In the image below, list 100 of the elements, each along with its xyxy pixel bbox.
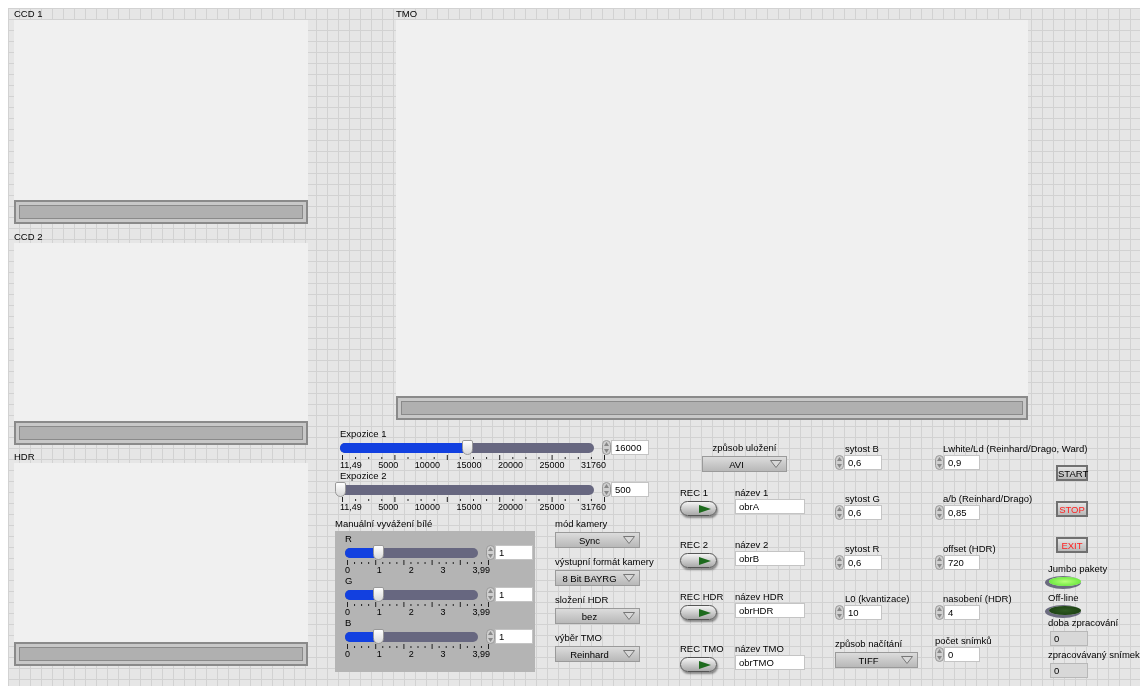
numeric-field[interactable]: 0,85	[944, 505, 980, 520]
display-label: CCD 1	[14, 8, 43, 20]
slider-label: Expozice 2	[340, 470, 387, 482]
scroll-bar[interactable]	[14, 642, 308, 666]
numeric-field[interactable]: 0,9	[944, 455, 980, 470]
dropdown[interactable]: AVI	[702, 456, 787, 472]
scale-label: 2	[408, 649, 414, 659]
display-label: HDR	[14, 451, 35, 463]
spinner-icon[interactable]	[935, 555, 944, 570]
field-label: název HDR	[735, 591, 784, 603]
dropdown[interactable]: 8 Bit BAYRG	[555, 570, 640, 586]
play-icon	[699, 608, 711, 617]
display-label: CCD 2	[14, 231, 43, 243]
spinner-icon[interactable]	[935, 505, 944, 520]
spinner-icon[interactable]	[486, 587, 495, 602]
spinner-icon[interactable]	[935, 605, 944, 620]
led-label: Off-line	[1048, 592, 1079, 604]
action-button[interactable]: START	[1056, 465, 1088, 481]
scale-label: 1	[376, 649, 382, 659]
text-field[interactable]: obrA	[735, 499, 805, 514]
spinner-icon[interactable]	[835, 455, 844, 470]
record-button[interactable]	[680, 501, 717, 516]
scale-label: 31760	[580, 502, 606, 512]
numeric-field[interactable]: 0	[944, 647, 980, 662]
scale-label: 0	[345, 565, 350, 575]
numeric-label: L0 (kvantizace)	[845, 593, 910, 605]
indicator-field: 0	[1050, 631, 1088, 646]
numeric-label: offset (HDR)	[943, 543, 996, 555]
record-button[interactable]	[680, 657, 717, 672]
dropdown[interactable]: Reinhard	[555, 646, 640, 662]
scale-label: 0	[345, 649, 350, 659]
slider-thumb[interactable]	[373, 629, 385, 644]
dropdown[interactable]: Sync	[555, 532, 640, 548]
spinner-icon[interactable]	[486, 545, 495, 560]
button-label: REC HDR	[680, 591, 724, 603]
dropdown[interactable]: TIFF	[835, 652, 918, 668]
record-button[interactable]	[680, 553, 717, 568]
scroll-bar[interactable]	[14, 421, 308, 445]
spinner-icon[interactable]	[486, 629, 495, 644]
numeric-field[interactable]: 10	[844, 605, 882, 620]
spinner-icon[interactable]	[602, 440, 611, 455]
text-field[interactable]: obrB	[735, 551, 805, 566]
numeric-field[interactable]: 720	[944, 555, 980, 570]
slider-thumb[interactable]	[373, 587, 385, 602]
scale-label: 2	[408, 607, 414, 617]
scale-label: 15000	[456, 460, 482, 470]
scale-label: 3,99	[472, 607, 490, 617]
dropdown-label: složení HDR	[555, 594, 609, 606]
scale-label: 20000	[497, 502, 523, 512]
numeric-field[interactable]: 1	[495, 629, 533, 644]
dropdown-label: způsob načítání	[835, 638, 903, 650]
slider-label: B	[345, 617, 352, 629]
spinner-icon[interactable]	[935, 647, 944, 662]
numeric-field[interactable]: 0,6	[844, 505, 882, 520]
spinner-icon[interactable]	[835, 605, 844, 620]
numeric-field[interactable]: 0,6	[844, 555, 882, 570]
led-indicator[interactable]	[1049, 606, 1081, 615]
spinner-icon[interactable]	[835, 555, 844, 570]
scale-label: 3	[440, 649, 446, 659]
spinner-icon[interactable]	[602, 482, 611, 497]
spinner-icon[interactable]	[835, 505, 844, 520]
spinner-icon[interactable]	[935, 455, 944, 470]
numeric-field[interactable]: 1	[495, 545, 533, 560]
scale-label: 25000	[539, 502, 565, 512]
slider-label: R	[345, 533, 352, 545]
scale-label: 3	[440, 607, 446, 617]
scroll-bar[interactable]	[396, 396, 1028, 420]
scale-label: 10000	[414, 502, 440, 512]
button-label: REC 2	[680, 539, 708, 551]
indicator-label: zpracovávaný snímek	[1048, 649, 1140, 661]
numeric-field[interactable]: 0,6	[844, 455, 882, 470]
numeric-label: Lwhite/Ld (Reinhard/Drago, Ward)	[943, 443, 1088, 455]
scale-label: 0	[345, 607, 350, 617]
numeric-label: nasobení (HDR)	[943, 593, 1012, 605]
slider-label: G	[345, 575, 353, 587]
numeric-label: sytost B	[845, 443, 879, 455]
caret-icon	[770, 460, 782, 468]
text-field[interactable]: obrHDR	[735, 603, 805, 618]
numeric-label: a/b (Reinhard/Drago)	[943, 493, 1033, 505]
dropdown[interactable]: bez	[555, 608, 640, 624]
scale-label: 10000	[414, 460, 440, 470]
numeric-field[interactable]: 1	[495, 587, 533, 602]
slider-thumb[interactable]	[373, 545, 385, 560]
slider-thumb[interactable]	[335, 482, 346, 497]
numeric-field[interactable]: 16000	[611, 440, 649, 455]
field-label: název 1	[735, 487, 769, 499]
play-icon	[699, 504, 711, 513]
slider-thumb[interactable]	[462, 440, 473, 455]
button-label: REC 1	[680, 487, 708, 499]
indicator-label: doba zpracování	[1048, 617, 1119, 629]
scroll-bar[interactable]	[14, 200, 308, 224]
scale-label: 25000	[539, 460, 565, 470]
dropdown-label: výběr TMO	[555, 632, 602, 644]
led-indicator[interactable]	[1049, 577, 1081, 586]
record-button[interactable]	[680, 605, 717, 620]
caret-icon	[623, 536, 635, 544]
numeric-field[interactable]: 4	[944, 605, 980, 620]
numeric-field[interactable]: 500	[611, 482, 649, 497]
text-field[interactable]: obrTMO	[735, 655, 805, 670]
numeric-label: sytost G	[845, 493, 880, 505]
